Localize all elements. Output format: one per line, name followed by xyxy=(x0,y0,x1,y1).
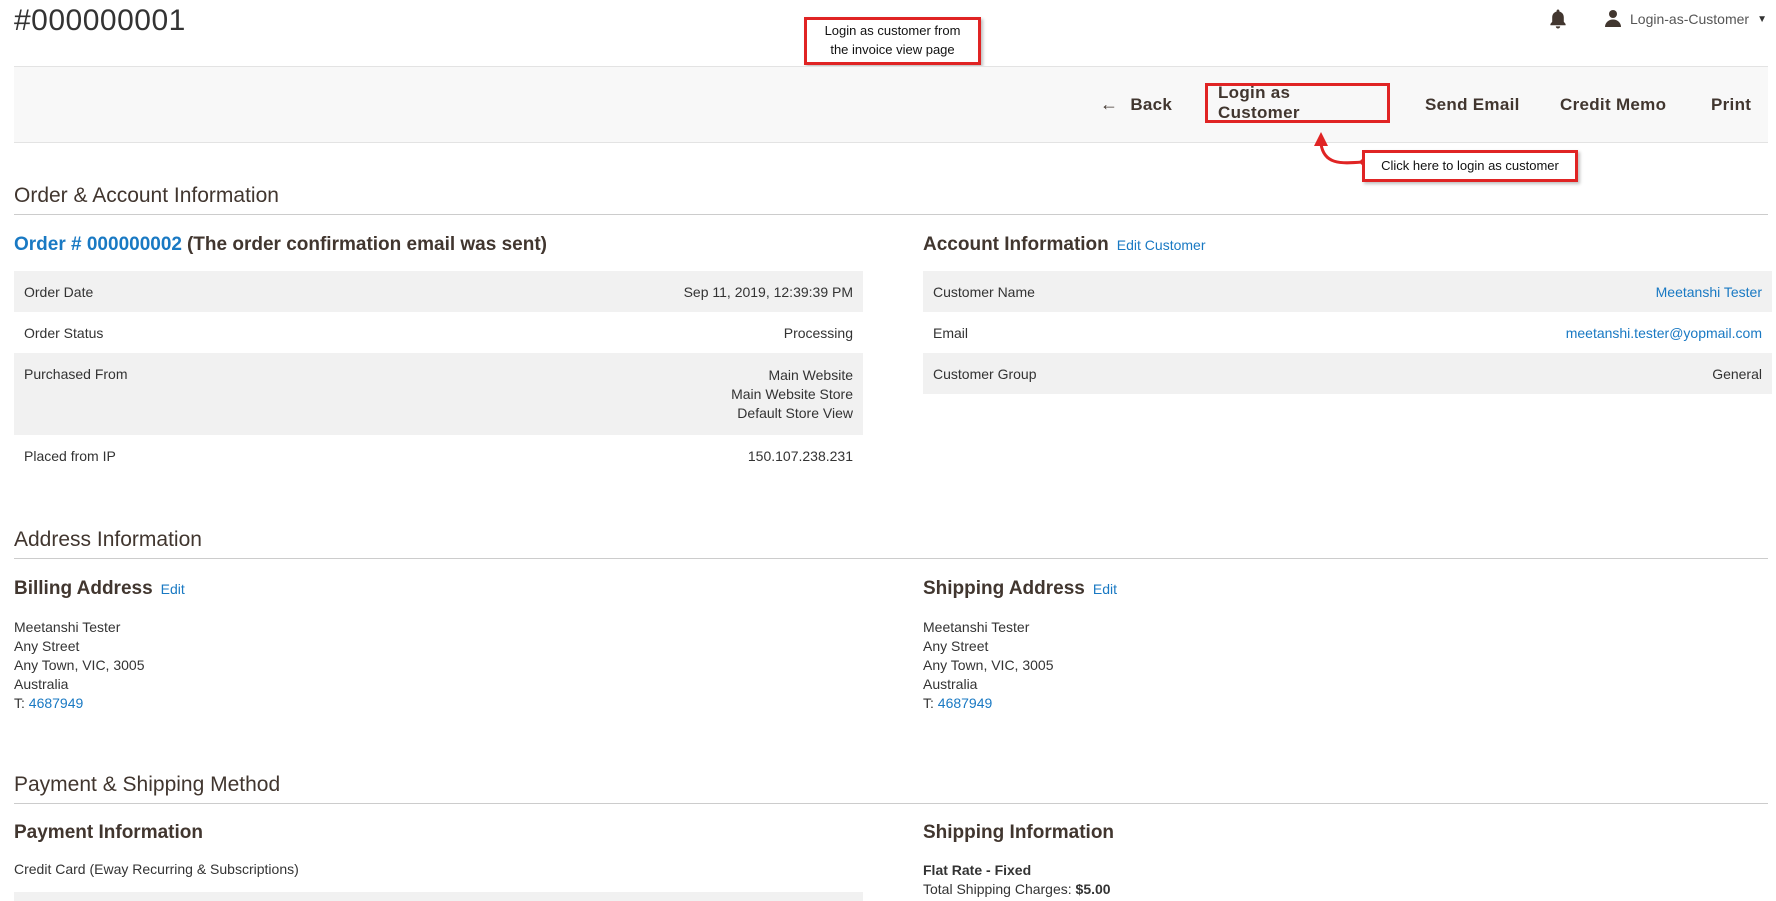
order-date-label: Order Date xyxy=(14,271,350,312)
billing-country: Australia xyxy=(14,676,69,692)
billing-street: Any Street xyxy=(14,638,80,654)
customer-email-link[interactable]: meetanshi.tester@yopmail.com xyxy=(1566,325,1762,341)
shipping-street: Any Street xyxy=(923,638,989,654)
arrow-left-icon: ← xyxy=(1100,94,1119,114)
shipping-city: Any Town, VIC, 3005 xyxy=(923,657,1054,673)
order-date-value: Sep 11, 2019, 12:39:39 PM xyxy=(349,271,863,312)
shipping-phone-row: T: 4687949 xyxy=(923,694,1053,713)
placed-ip-value: 150.107.238.231 xyxy=(747,448,853,464)
placed-ip-label: Placed from IP xyxy=(24,448,116,464)
shipping-address-heading: Shipping Address Edit xyxy=(923,578,1117,600)
bell-icon[interactable] xyxy=(1548,8,1568,30)
login-as-customer-label: Login as Customer xyxy=(1218,83,1300,122)
user-name: Login-as-Customer xyxy=(1630,11,1750,27)
customer-name-link[interactable]: Meetanshi Tester xyxy=(1656,284,1762,300)
billing-name: Meetanshi Tester xyxy=(14,619,121,635)
shipping-phone-prefix: T: xyxy=(923,695,934,711)
shipping-charges-value: $5.00 xyxy=(1075,881,1111,897)
billing-city: Any Town, VIC, 3005 xyxy=(14,657,145,673)
invoice-view-page: #000000001 Login-as-Customer ▼ Login as … xyxy=(0,0,1776,901)
print-button[interactable]: Print xyxy=(1711,67,1751,142)
customer-name-label: Customer Name xyxy=(923,271,1232,312)
purchased-from-value: Main Website Main Website Store Default … xyxy=(349,353,863,435)
billing-address: Meetanshi Tester Any Street Any Town, VI… xyxy=(14,618,144,713)
page-title: #000000001 xyxy=(14,4,186,37)
shipping-country: Australia xyxy=(923,676,978,692)
login-as-customer-button[interactable]: Login as Customer xyxy=(1205,83,1390,123)
credit-memo-button[interactable]: Credit Memo xyxy=(1560,67,1666,142)
table-row: Order Status Processing xyxy=(14,312,863,353)
payment-info-title: Payment Information xyxy=(14,822,203,843)
page-actions-toolbar: ← Back Login as Customer Send Email Cred… xyxy=(14,66,1768,143)
user-menu[interactable]: Login-as-Customer ▼ xyxy=(1604,6,1767,32)
shipping-address-title: Shipping Address xyxy=(923,578,1085,599)
annotation-invoice-view: Login as customer from the invoice view … xyxy=(804,17,981,65)
payment-method: Credit Card (Eway Recurring & Subscripti… xyxy=(14,861,299,877)
table-row: Customer Name Meetanshi Tester xyxy=(923,271,1772,312)
order-info-table: Order Date Sep 11, 2019, 12:39:39 PM Ord… xyxy=(14,271,863,476)
annotation-click-hint: Click here to login as customer xyxy=(1362,150,1578,182)
order-status-value: Processing xyxy=(783,325,853,341)
payment-details-row xyxy=(14,892,863,901)
customer-group-value: General xyxy=(1231,353,1772,394)
table-row: Customer Group General xyxy=(923,353,1772,394)
order-link[interactable]: Order # 000000002 xyxy=(14,234,182,256)
order-heading: Order # 000000002 (The order confirmatio… xyxy=(14,234,547,256)
edit-shipping-address-link[interactable]: Edit xyxy=(1093,581,1117,597)
table-row: Purchased From Main Website Main Website… xyxy=(14,353,863,435)
shipping-info-title: Shipping Information xyxy=(923,822,1115,843)
back-button[interactable]: ← Back xyxy=(1100,67,1172,142)
account-info-title: Account Information xyxy=(923,234,1109,255)
shipping-method-name: Flat Rate - Fixed xyxy=(923,862,1032,878)
caret-down-icon: ▼ xyxy=(1757,13,1767,25)
billing-phone-link[interactable]: 4687949 xyxy=(29,695,84,711)
order-email-note: (The order confirmation email was sent) xyxy=(186,234,547,255)
email-label: Email xyxy=(933,325,969,341)
edit-customer-link[interactable]: Edit Customer xyxy=(1117,237,1206,253)
billing-phone-row: T: 4687949 xyxy=(14,694,144,713)
user-icon xyxy=(1604,9,1622,30)
order-status-label: Order Status xyxy=(24,325,104,341)
purchased-website: Main Website xyxy=(768,367,853,383)
shipping-name: Meetanshi Tester xyxy=(923,619,1030,635)
section-title-order-account: Order & Account Information xyxy=(14,184,1768,215)
table-row: Order Date Sep 11, 2019, 12:39:39 PM xyxy=(14,271,863,312)
section-title-payment-shipping: Payment & Shipping Method xyxy=(14,773,1768,804)
back-button-label: Back xyxy=(1130,94,1173,114)
section-title-address: Address Information xyxy=(14,528,1768,559)
annotation-line-1: Login as customer from xyxy=(824,23,961,38)
account-info-heading: Account Information Edit Customer xyxy=(923,234,1205,256)
customer-group-label: Customer Group xyxy=(923,353,1232,394)
purchased-store-view: Default Store View xyxy=(737,405,853,421)
billing-address-title: Billing Address xyxy=(14,578,153,599)
table-row: Placed from IP 150.107.238.231 xyxy=(14,435,863,476)
edit-billing-address-link[interactable]: Edit xyxy=(161,581,185,597)
annotation-line-2: the invoice view page xyxy=(830,42,955,57)
shipping-phone-link[interactable]: 4687949 xyxy=(938,695,993,711)
shipping-method: Flat Rate - Fixed Total Shipping Charges… xyxy=(923,861,1111,899)
table-row: Email meetanshi.tester@yopmail.com xyxy=(923,312,1772,353)
billing-phone-prefix: T: xyxy=(14,695,25,711)
account-info-table: Customer Name Meetanshi Tester Email mee… xyxy=(923,271,1772,394)
purchased-store: Main Website Store xyxy=(731,386,853,402)
billing-address-heading: Billing Address Edit xyxy=(14,578,185,600)
shipping-charges-label: Total Shipping Charges: xyxy=(923,881,1072,897)
shipping-address: Meetanshi Tester Any Street Any Town, VI… xyxy=(923,618,1053,713)
send-email-button[interactable]: Send Email xyxy=(1425,67,1520,142)
purchased-from-label: Purchased From xyxy=(14,353,350,435)
annotation-arrow xyxy=(1314,132,1366,165)
